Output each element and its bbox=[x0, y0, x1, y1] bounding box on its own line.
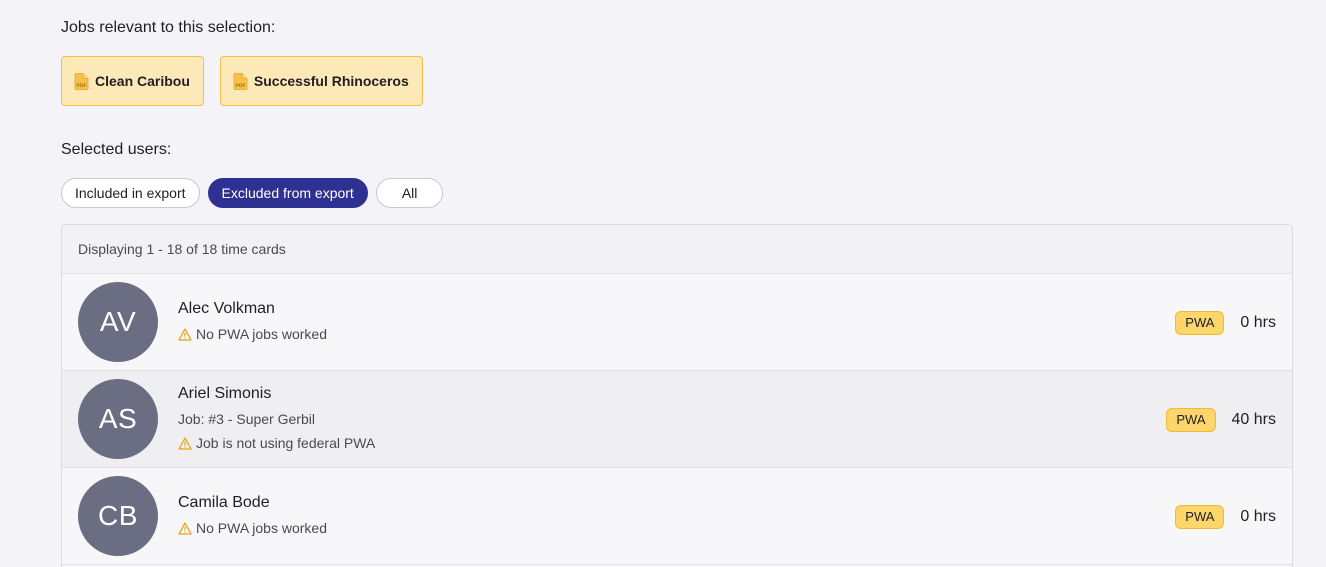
time-card-row[interactable]: AV Alec Volkman No PWA jobs worked PWA 0… bbox=[62, 274, 1292, 371]
avatar: AS bbox=[78, 379, 158, 459]
time-card-summary: PWA 0 hrs bbox=[1175, 274, 1276, 371]
time-card-summary: PWA 40 hrs bbox=[1166, 371, 1276, 468]
jobs-section-label: Jobs relevant to this selection: bbox=[61, 19, 276, 36]
filter-all[interactable]: All bbox=[375, 178, 444, 208]
time-card-info: Alec Volkman No PWA jobs worked bbox=[178, 300, 327, 342]
job-chip-label: Clean Caribou bbox=[95, 73, 190, 89]
pwa-badge: PWA bbox=[1166, 407, 1216, 432]
time-card-summary: PWA 0 hrs bbox=[1175, 468, 1276, 565]
svg-text:PDF: PDF bbox=[235, 83, 245, 89]
warning-message: No PWA jobs worked bbox=[178, 520, 327, 536]
time-card-row[interactable]: CB Camila Bode No PWA jobs worked PWA 0 … bbox=[62, 468, 1292, 565]
svg-text:PDF: PDF bbox=[76, 83, 86, 89]
warning-message: No PWA jobs worked bbox=[178, 326, 327, 342]
user-name: Camila Bode bbox=[178, 494, 270, 511]
pdf-file-icon: PDF bbox=[233, 72, 248, 90]
pwa-badge: PWA bbox=[1175, 504, 1225, 529]
job-chip-clean-caribou[interactable]: PDF Clean Caribou bbox=[61, 56, 204, 106]
hours-total: 0 hrs bbox=[1240, 313, 1276, 331]
job-chip-successful-rhinoceros[interactable]: PDF Successful Rhinoceros bbox=[219, 56, 423, 106]
avatar: CB bbox=[78, 476, 158, 556]
warning-icon bbox=[178, 521, 192, 535]
export-selection-page: Jobs relevant to this selection: PDF Cle… bbox=[0, 0, 1326, 567]
user-name: Alec Volkman bbox=[178, 300, 275, 317]
warning-text: No PWA jobs worked bbox=[196, 520, 327, 536]
user-name: Ariel Simonis bbox=[178, 385, 272, 402]
filter-excluded-from-export[interactable]: Excluded from export bbox=[207, 178, 368, 208]
pdf-file-icon: PDF bbox=[74, 72, 89, 90]
warning-icon bbox=[178, 436, 192, 450]
job-chip-label: Successful Rhinoceros bbox=[253, 73, 409, 89]
job-reference: Job: #3 - Super Gerbil bbox=[178, 411, 315, 427]
avatar: AV bbox=[78, 282, 158, 362]
filter-included-in-export[interactable]: Included in export bbox=[61, 178, 200, 208]
warning-text: Job is not using federal PWA bbox=[196, 435, 376, 451]
selected-users-label: Selected users: bbox=[61, 141, 172, 158]
warning-message: Job is not using federal PWA bbox=[178, 435, 375, 451]
hours-total: 40 hrs bbox=[1231, 410, 1276, 428]
export-filter-group: Included in export Excluded from export … bbox=[61, 178, 444, 208]
pwa-badge: PWA bbox=[1175, 310, 1225, 335]
time-card-info: Camila Bode No PWA jobs worked bbox=[178, 494, 327, 536]
time-card-row[interactable]: AS Ariel Simonis Job: #3 - Super Gerbil … bbox=[62, 371, 1292, 468]
time-cards-panel: Displaying 1 - 18 of 18 time cards AV Al… bbox=[61, 224, 1293, 567]
hours-total: 0 hrs bbox=[1240, 507, 1276, 525]
warning-icon bbox=[178, 327, 192, 341]
time-cards-count: Displaying 1 - 18 of 18 time cards bbox=[62, 225, 1292, 274]
warning-text: No PWA jobs worked bbox=[196, 326, 327, 342]
time-card-info: Ariel Simonis Job: #3 - Super Gerbil Job… bbox=[178, 385, 375, 451]
jobs-list: PDF Clean Caribou PDF Successful Rhinoce… bbox=[61, 56, 423, 106]
